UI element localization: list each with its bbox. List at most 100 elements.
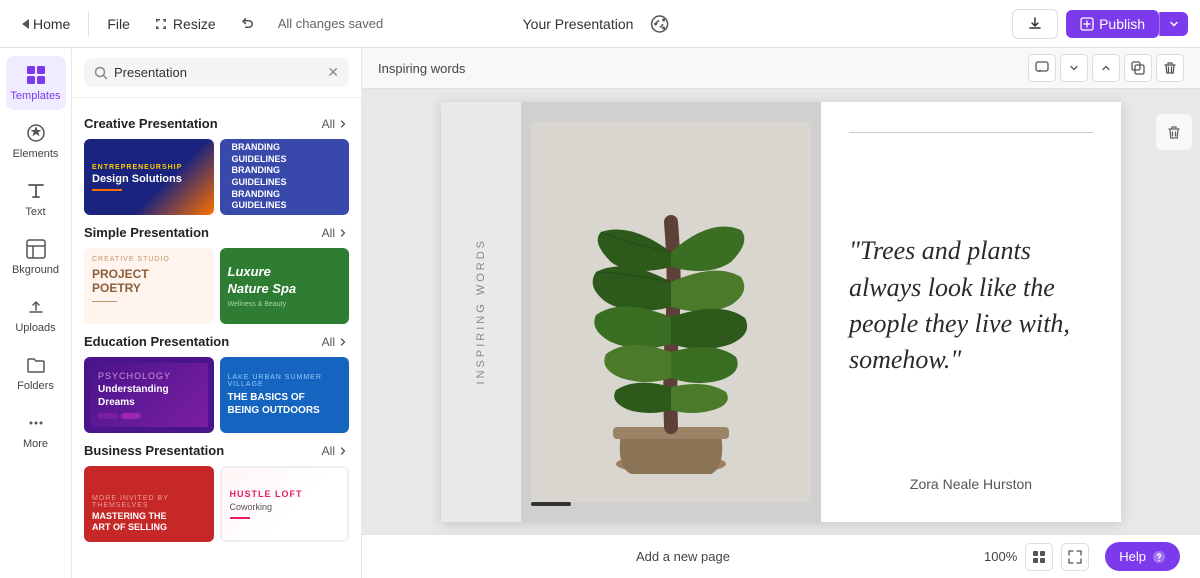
home-label: Home xyxy=(33,16,70,32)
section-header-education: Education Presentation All xyxy=(84,334,349,349)
trash-icon xyxy=(1166,124,1182,140)
delete-canvas-button[interactable] xyxy=(1156,114,1192,150)
slide-vertical-text: INSPIRING WORDS xyxy=(475,238,487,384)
sidebar-item-templates[interactable]: Templates xyxy=(6,56,66,110)
templates-icon xyxy=(25,64,47,86)
template-card-design-solutions[interactable]: ENTREPRENEURSHIP Design Solutions xyxy=(84,139,214,215)
file-label: File xyxy=(107,16,130,32)
publish-group: Publish xyxy=(1066,10,1188,38)
chevron-up-button[interactable] xyxy=(1092,54,1120,82)
share-icon xyxy=(649,14,669,34)
search-bar: ✕ xyxy=(72,48,361,98)
sidebar-item-elements[interactable]: Elements xyxy=(6,114,66,168)
slide-canvas[interactable]: INSPIRING WORDS xyxy=(441,102,1121,522)
publish-chevron-button[interactable] xyxy=(1159,12,1188,36)
fullscreen-button[interactable] xyxy=(1061,543,1089,571)
topbar-center: Your Presentation xyxy=(523,6,678,42)
template-grid-creative: ENTREPRENEURSHIP Design Solutions BRANDI… xyxy=(84,139,349,215)
canvas-toolbar: Inspiring words xyxy=(362,48,1200,89)
section-title-business: Business Presentation xyxy=(84,443,224,458)
comment-icon xyxy=(1035,61,1049,75)
download-icon xyxy=(1027,16,1043,32)
slide-image xyxy=(521,102,821,522)
slide-text-area: "Trees and plants always look like the p… xyxy=(821,102,1121,522)
section-all-education[interactable]: All xyxy=(322,335,349,349)
sidebar-item-background[interactable]: Bkground xyxy=(6,230,66,284)
search-icon xyxy=(94,66,108,80)
text-label: Text xyxy=(25,206,45,218)
section-title-simple: Simple Presentation xyxy=(84,225,209,240)
search-input[interactable] xyxy=(114,65,321,80)
download-button[interactable] xyxy=(1012,9,1058,39)
section-all-business[interactable]: All xyxy=(322,444,349,458)
resize-icon xyxy=(154,17,168,31)
canvas-tools xyxy=(1028,54,1184,82)
sidebar-item-folders[interactable]: Folders xyxy=(6,346,66,400)
delete-button[interactable] xyxy=(1156,54,1184,82)
duplicate-button[interactable] xyxy=(1124,54,1152,82)
template-grid-education: Psychology UnderstandingDreams LAKE URBA… xyxy=(84,357,349,433)
add-page-button[interactable]: Add a new page xyxy=(636,549,730,564)
share-button[interactable] xyxy=(641,6,677,42)
chevron-down-canvas-button[interactable] xyxy=(1060,54,1088,82)
elements-label: Elements xyxy=(13,148,59,160)
slide-progress-bar xyxy=(531,502,571,506)
search-clear-button[interactable]: ✕ xyxy=(327,64,339,81)
sidebar-item-more[interactable]: More xyxy=(6,404,66,458)
zoom-controls: 100% xyxy=(984,543,1089,571)
publish-button[interactable]: Publish xyxy=(1066,10,1159,38)
chevron-down-icon xyxy=(1168,18,1180,30)
help-icon xyxy=(1152,550,1166,564)
chevron-right-icon-2 xyxy=(337,227,349,239)
template-card-hustle-loft[interactable]: Hustle Loft Coworking xyxy=(220,466,350,542)
sidebar-item-uploads[interactable]: Uploads xyxy=(6,288,66,342)
grid-view-icon xyxy=(1032,550,1046,564)
template-card-branding-guidelines[interactable]: BRANDINGGUIDELINESBRANDINGGUIDELINESBRAN… xyxy=(220,139,350,215)
templates-panel: ✕ Creative Presentation All ENTREPRENEUR… xyxy=(72,48,362,578)
chevron-right-icon-3 xyxy=(337,336,349,348)
slide-title: Inspiring words xyxy=(378,61,1020,76)
delete-icon xyxy=(1163,61,1177,75)
fullscreen-icon xyxy=(1068,550,1082,564)
uploads-icon xyxy=(25,296,47,318)
grid-view-button[interactable] xyxy=(1025,543,1053,571)
comment-button[interactable] xyxy=(1028,54,1056,82)
home-button[interactable]: Home xyxy=(12,10,80,38)
section-header-business: Business Presentation All xyxy=(84,443,349,458)
text-icon xyxy=(25,180,47,202)
templates-scroll: Creative Presentation All ENTREPRENEURSH… xyxy=(72,98,361,578)
section-all-creative[interactable]: All xyxy=(322,117,349,131)
topbar-right: Publish xyxy=(1012,9,1188,39)
more-label: More xyxy=(23,438,48,450)
section-all-simple[interactable]: All xyxy=(322,226,349,240)
undo-button[interactable] xyxy=(230,10,266,38)
bottom-bar: Add a new page 100% xyxy=(362,534,1200,578)
add-page-center: Add a new page xyxy=(382,549,984,564)
elements-icon xyxy=(25,122,47,144)
topbar-left: Home File Resize All changes saved xyxy=(12,10,1008,38)
resize-label: Resize xyxy=(173,16,216,32)
help-button[interactable]: Help xyxy=(1105,542,1180,571)
template-card-mastering-selling[interactable]: MORE INVITED BY THEMSELVES MASTERING THE… xyxy=(84,466,214,542)
sidebar-item-text[interactable]: Text xyxy=(6,172,66,226)
resize-button[interactable]: Resize xyxy=(144,10,226,38)
template-card-project-poetry[interactable]: CREATIVE STUDIO PROJECTPOETRY xyxy=(84,248,214,324)
search-input-wrap: ✕ xyxy=(84,58,349,87)
more-icon xyxy=(25,412,47,434)
file-button[interactable]: File xyxy=(97,10,140,38)
section-header-simple: Simple Presentation All xyxy=(84,225,349,240)
slide-left-strip: INSPIRING WORDS xyxy=(441,102,521,522)
slide-quote: "Trees and plants always look like the p… xyxy=(849,153,1093,460)
folders-label: Folders xyxy=(17,380,54,392)
slide-line xyxy=(849,132,1093,133)
template-card-understanding-dreams[interactable]: Psychology UnderstandingDreams xyxy=(84,357,214,433)
templates-label: Templates xyxy=(10,90,60,102)
template-grid-simple: CREATIVE STUDIO PROJECTPOETRY LuxureNatu… xyxy=(84,248,349,324)
main-layout: Templates Elements Text Bkground xyxy=(0,48,1200,578)
template-card-luxure-nature-spa[interactable]: LuxureNature Spa Wellness & Beauty xyxy=(220,248,350,324)
chevron-right-icon-4 xyxy=(337,445,349,457)
help-label: Help xyxy=(1119,549,1146,564)
chevron-up-icon xyxy=(1100,62,1112,74)
template-card-basics-outdoors[interactable]: LAKE URBAN SUMMER VILLAGE THE BASICS OFB… xyxy=(220,357,350,433)
section-title-creative: Creative Presentation xyxy=(84,116,218,131)
